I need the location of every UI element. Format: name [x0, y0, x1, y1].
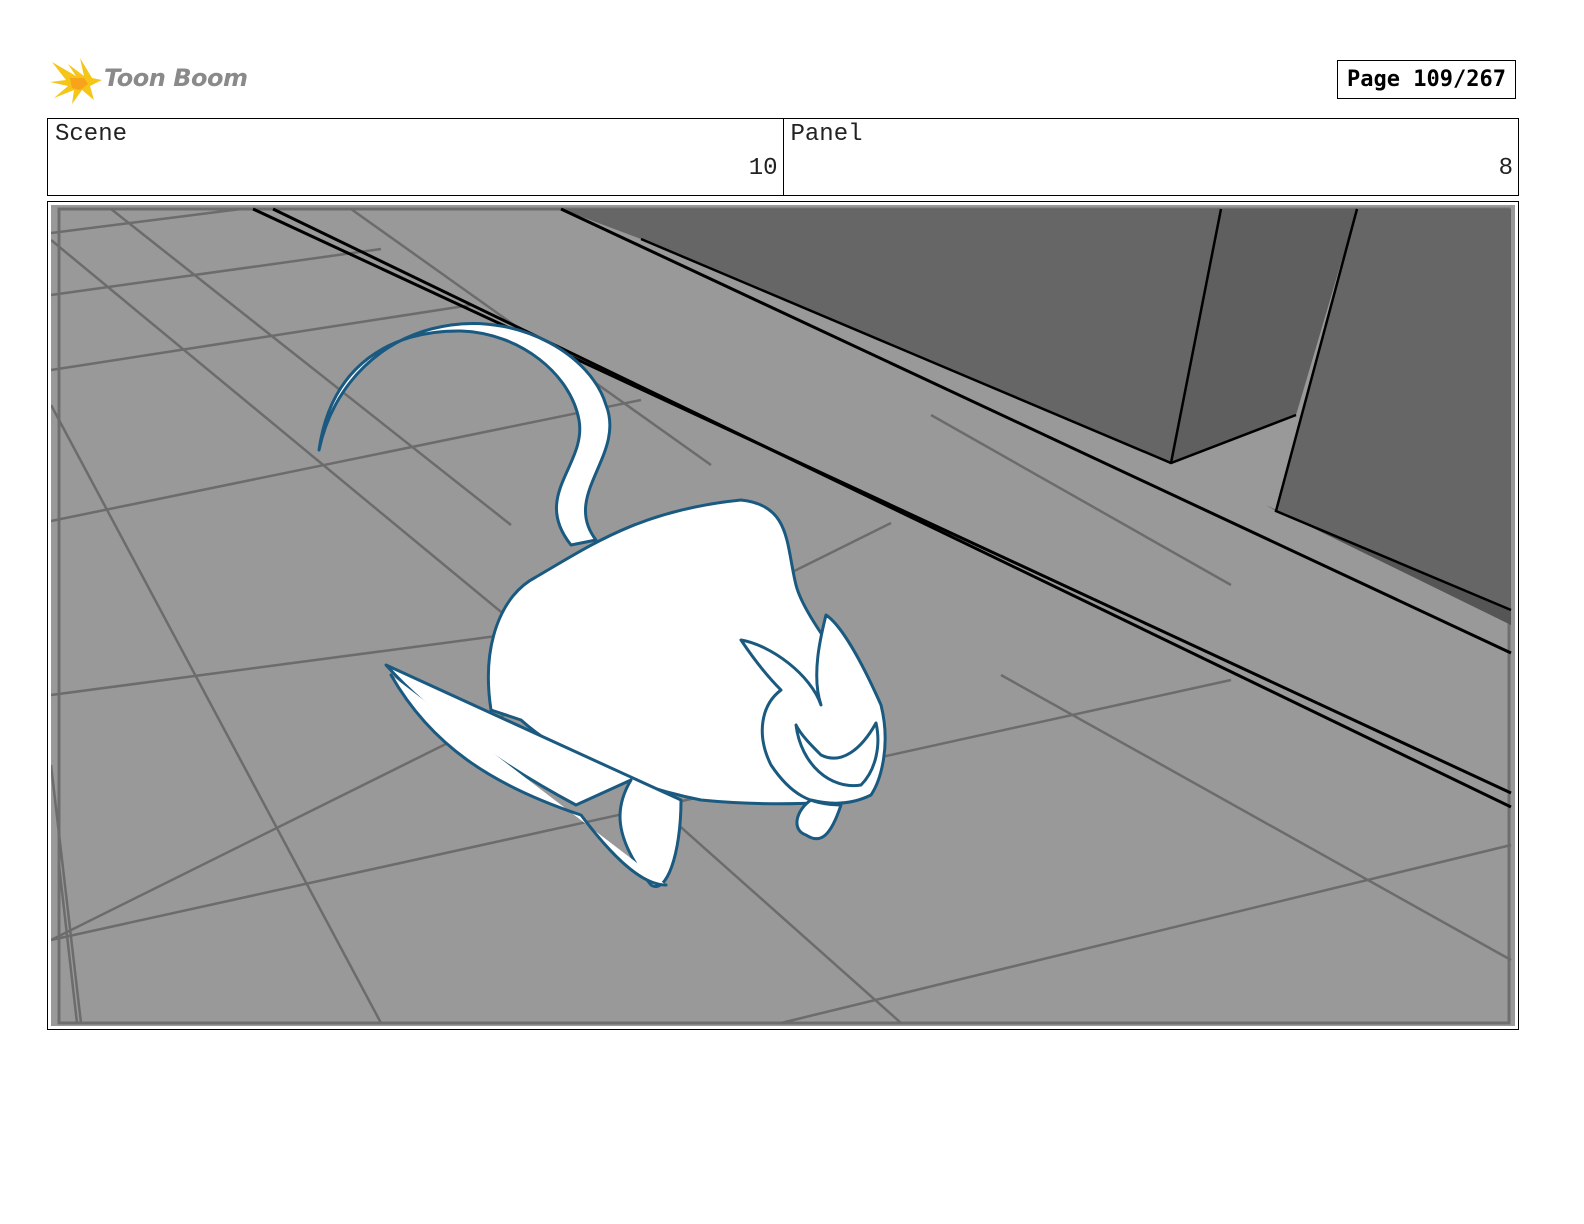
toon-boom-star-icon [50, 58, 102, 104]
toon-boom-logo: Toon Boom [50, 54, 250, 108]
scene-label: Scene [55, 121, 128, 148]
page-number: Page 109/267 [1337, 60, 1516, 99]
scene-cell: Scene 10 [48, 119, 783, 195]
scene-value: 10 [748, 155, 778, 182]
panel-cell: Panel 8 [782, 119, 1519, 195]
panel-label: Panel [790, 121, 863, 148]
storyboard-panel [47, 201, 1519, 1030]
logo-text: Toon Boom [104, 64, 248, 92]
panel-value: 8 [1498, 155, 1513, 182]
storyboard-drawing [51, 205, 1515, 1026]
scene-panel-header: Scene 10 Panel 8 [47, 118, 1519, 196]
